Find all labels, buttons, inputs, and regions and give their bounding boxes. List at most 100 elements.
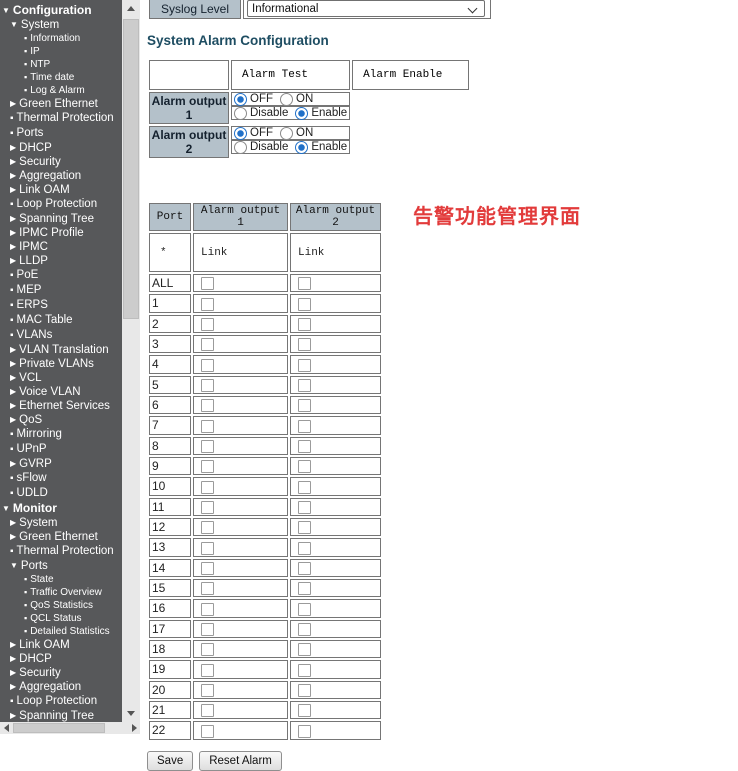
- tree-state-icon[interactable]: [10, 457, 16, 471]
- alarm2-checkbox[interactable]: [298, 277, 311, 290]
- alarm1-disable-radio[interactable]: [234, 107, 247, 120]
- nav-tree-item[interactable]: PoE: [0, 268, 122, 283]
- nav-tree-item[interactable]: LLDP: [0, 254, 122, 268]
- tree-state-icon[interactable]: [10, 328, 14, 343]
- alarm2-checkbox[interactable]: [298, 704, 311, 717]
- nav-tree-item[interactable]: IPMC Profile: [0, 226, 122, 240]
- nav-tree-item[interactable]: DHCP: [0, 141, 122, 155]
- alarm2-checkbox[interactable]: [298, 684, 311, 697]
- tree-state-icon[interactable]: [10, 283, 14, 298]
- nav-tree-item[interactable]: VCL: [0, 371, 122, 385]
- alarm1-checkbox[interactable]: [201, 623, 214, 636]
- nav-tree-item[interactable]: Thermal Protection: [0, 544, 122, 559]
- alarm2-checkbox[interactable]: [298, 420, 311, 433]
- tree-state-icon[interactable]: [10, 471, 14, 486]
- nav-tree-item[interactable]: UDLD: [0, 486, 122, 501]
- nav-tree-item[interactable]: Aggregation: [0, 169, 122, 183]
- tree-state-icon[interactable]: [10, 313, 14, 328]
- alarm2-checkbox[interactable]: [298, 460, 311, 473]
- nav-tree-item[interactable]: Mirroring: [0, 427, 122, 442]
- nav-tree-item[interactable]: Loop Protection: [0, 197, 122, 212]
- tree-state-icon[interactable]: [24, 586, 27, 599]
- tree-state-icon[interactable]: [10, 371, 16, 385]
- nav-tree-item[interactable]: Voice VLAN: [0, 385, 122, 399]
- tree-state-icon[interactable]: [10, 385, 16, 399]
- nav-tree-item[interactable]: Spanning Tree: [0, 212, 122, 226]
- nav-tree-item[interactable]: sFlow: [0, 471, 122, 486]
- tree-state-icon[interactable]: [10, 544, 14, 559]
- alarm1-enable-radio[interactable]: [295, 107, 308, 120]
- nav-tree-item[interactable]: QCL Status: [0, 612, 122, 625]
- tree-state-icon[interactable]: [10, 197, 14, 212]
- alarm1-checkbox[interactable]: [201, 359, 214, 372]
- tree-state-icon[interactable]: [10, 357, 16, 371]
- alarm1-checkbox[interactable]: [201, 725, 214, 738]
- alarm2-checkbox[interactable]: [298, 318, 311, 331]
- tree-state-icon[interactable]: [10, 399, 16, 413]
- alarm1-checkbox[interactable]: [201, 603, 214, 616]
- nav-tree-item[interactable]: System: [0, 516, 122, 530]
- tree-state-icon[interactable]: [10, 141, 16, 155]
- alarm2-checkbox[interactable]: [298, 603, 311, 616]
- tree-state-icon[interactable]: [10, 666, 16, 680]
- tree-state-icon[interactable]: [10, 212, 16, 226]
- alarm2-checkbox[interactable]: [298, 298, 311, 311]
- alarm1-checkbox[interactable]: [201, 481, 214, 494]
- tree-state-icon[interactable]: [10, 240, 16, 254]
- save-button[interactable]: Save: [147, 751, 193, 771]
- horizontal-scroll-thumb[interactable]: [13, 723, 105, 733]
- alarm1-checkbox[interactable]: [201, 501, 214, 514]
- scroll-up-button[interactable]: [122, 0, 140, 17]
- nav-tree-item[interactable]: QoS: [0, 413, 122, 427]
- nav-tree-item[interactable]: MEP: [0, 283, 122, 298]
- alarm2-checkbox[interactable]: [298, 725, 311, 738]
- tree-state-icon[interactable]: [10, 516, 16, 530]
- alarm2-checkbox[interactable]: [298, 643, 311, 656]
- alarm2-checkbox[interactable]: [298, 379, 311, 392]
- tree-state-icon[interactable]: [24, 573, 27, 586]
- nav-tree-item[interactable]: Link OAM: [0, 638, 122, 652]
- vertical-scroll-thumb[interactable]: [123, 19, 139, 319]
- tree-state-icon[interactable]: [10, 694, 14, 709]
- nav-tree-item[interactable]: ERPS: [0, 298, 122, 313]
- tree-state-icon[interactable]: [10, 268, 14, 283]
- nav-horizontal-scrollbar[interactable]: [0, 722, 140, 734]
- alarm2-checkbox[interactable]: [298, 399, 311, 412]
- nav-tree-item[interactable]: Log & Alarm: [0, 84, 122, 97]
- tree-state-icon[interactable]: [10, 413, 16, 427]
- alarm2-checkbox[interactable]: [298, 582, 311, 595]
- alarm2-on-radio[interactable]: [280, 127, 293, 140]
- alarm1-on-radio[interactable]: [280, 93, 293, 106]
- nav-tree-item[interactable]: Ports: [0, 559, 122, 573]
- tree-state-icon[interactable]: [10, 559, 18, 573]
- nav-tree-item[interactable]: IPMC: [0, 240, 122, 254]
- tree-state-icon[interactable]: [10, 254, 16, 268]
- tree-state-icon[interactable]: [10, 343, 16, 357]
- nav-tree-item[interactable]: Traffic Overview: [0, 586, 122, 599]
- tree-state-icon[interactable]: [10, 183, 16, 197]
- nav-tree-item[interactable]: DHCP: [0, 652, 122, 666]
- nav-tree-item[interactable]: Green Ethernet: [0, 530, 122, 544]
- tree-state-icon[interactable]: [24, 612, 27, 625]
- alarm1-checkbox[interactable]: [201, 684, 214, 697]
- nav-tree-item[interactable]: VLANs: [0, 328, 122, 343]
- alarm1-checkbox[interactable]: [201, 318, 214, 331]
- alarm1-checkbox[interactable]: [201, 277, 214, 290]
- tree-state-icon[interactable]: [10, 680, 16, 694]
- tree-state-icon[interactable]: [10, 652, 16, 666]
- scroll-right-button[interactable]: [128, 722, 140, 734]
- syslog-level-select[interactable]: Informational: [247, 0, 485, 17]
- nav-tree-item[interactable]: Ethernet Services: [0, 399, 122, 413]
- scroll-down-button[interactable]: [122, 705, 140, 722]
- tree-state-icon[interactable]: [10, 155, 16, 169]
- nav-tree-item[interactable]: Security: [0, 666, 122, 680]
- alarm1-checkbox[interactable]: [201, 521, 214, 534]
- tree-state-icon[interactable]: [2, 3, 10, 18]
- alarm2-checkbox[interactable]: [298, 440, 311, 453]
- tree-state-icon[interactable]: [24, 58, 27, 71]
- nav-tree-item[interactable]: VLAN Translation: [0, 343, 122, 357]
- nav-tree-item[interactable]: Security: [0, 155, 122, 169]
- tree-state-icon[interactable]: [10, 298, 14, 313]
- tree-state-icon[interactable]: [10, 97, 16, 111]
- nav-tree-item[interactable]: Link OAM: [0, 183, 122, 197]
